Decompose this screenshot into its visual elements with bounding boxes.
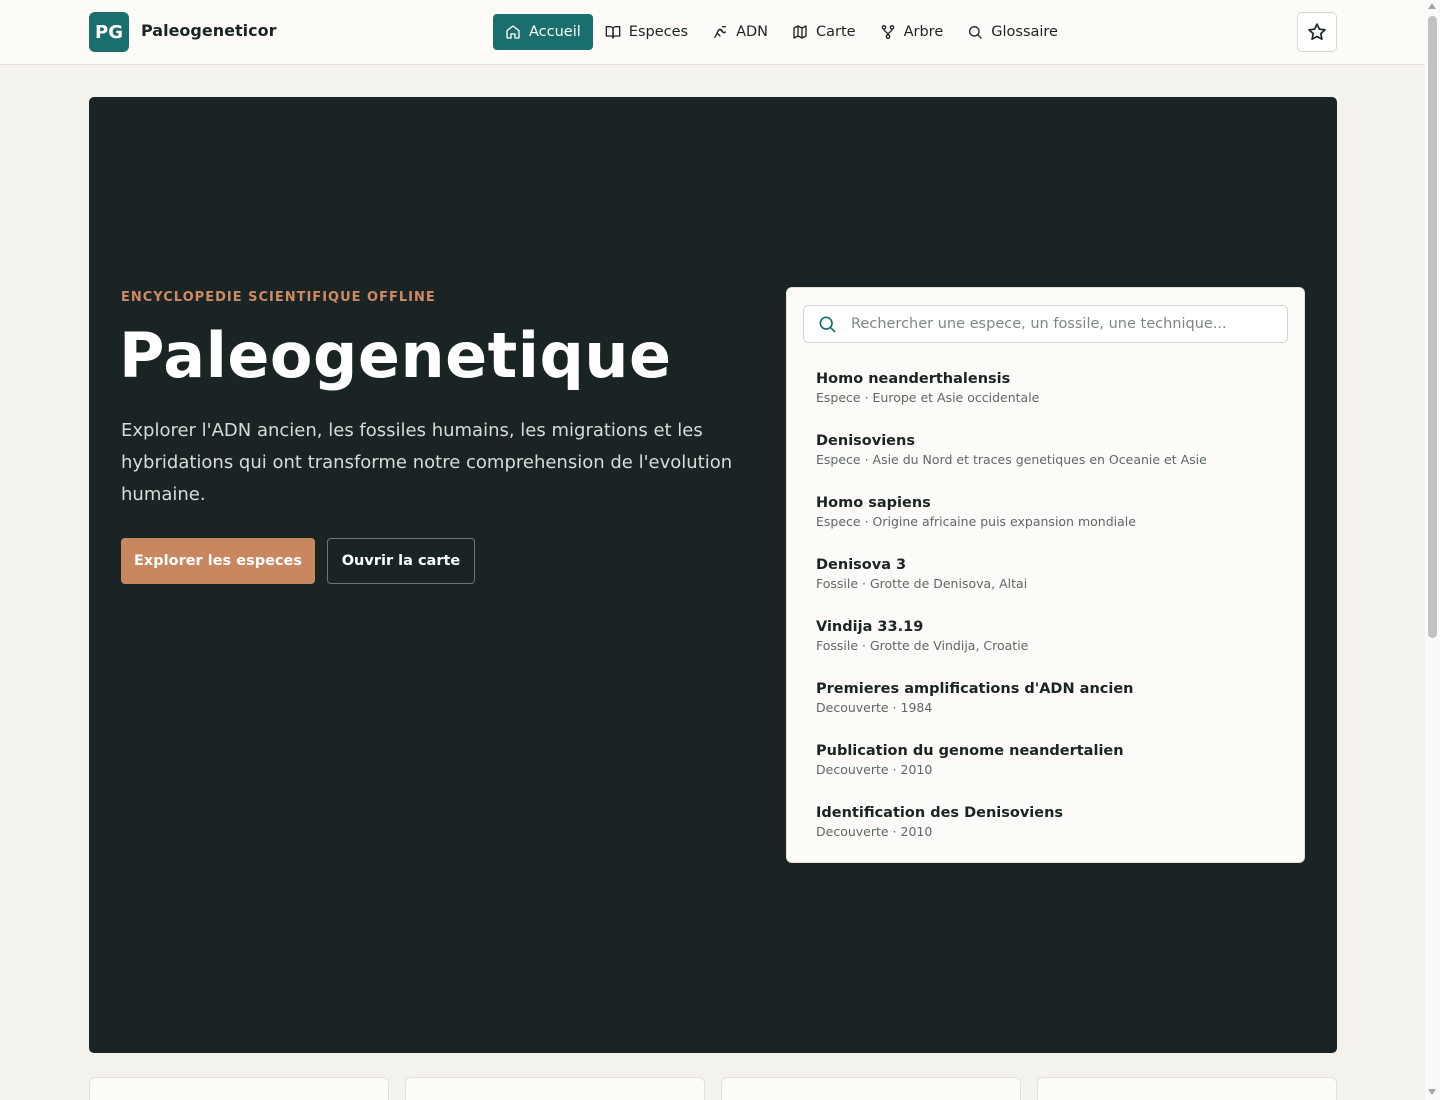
logo-badge[interactable]: PG (89, 12, 129, 52)
scrollbar-thumb[interactable] (1428, 16, 1437, 638)
list-item[interactable]: Denisoviens Espece · Asie du Nord et tra… (816, 432, 1286, 494)
hero-title: Paleogenetique (119, 319, 672, 392)
scroll-down-arrow-icon[interactable] (1428, 1089, 1436, 1095)
book-icon (605, 26, 621, 39)
favorites-button[interactable] (1297, 12, 1337, 52)
hero-section: ENCYCLOPEDIE SCIENTIFIQUE OFFLINE Paleog… (89, 97, 1337, 1053)
list-item[interactable]: Vindija 33.19 Fossile · Grotte de Vindij… (816, 618, 1286, 680)
search-input[interactable] (851, 316, 1271, 332)
nav-item-glossaire[interactable]: Glossaire (955, 14, 1070, 50)
result-title: Denisova 3 (816, 557, 907, 573)
tree-icon (881, 25, 894, 39)
scroll-up-arrow-icon[interactable] (1428, 3, 1436, 9)
list-item[interactable]: Publication du genome neandertalien Deco… (816, 742, 1286, 804)
dna-icon (714, 26, 727, 38)
result-title: Homo sapiens (816, 495, 931, 511)
nav-item-especes[interactable]: Especes (593, 14, 700, 50)
nav-item-arbre[interactable]: Arbre (868, 14, 956, 50)
nav-item-adn[interactable]: ADN (700, 14, 780, 50)
result-title: Denisoviens (816, 433, 915, 449)
nav-label: Accueil (529, 24, 581, 40)
result-meta: Decouverte · 2010 (816, 762, 933, 777)
result-title: Identification des Denisoviens (816, 805, 1064, 821)
nav-item-carte[interactable]: Carte (780, 14, 868, 50)
result-meta: Espece · Europe et Asie occidentale (816, 390, 1040, 405)
list-item[interactable]: Homo sapiens Espece · Origine africaine … (816, 494, 1286, 556)
result-meta: Espece · Origine africaine puis expansio… (816, 514, 1136, 529)
list-item[interactable]: Denisova 3 Fossile · Grotte de Denisova,… (816, 556, 1286, 618)
page-scrollbar[interactable] (1425, 0, 1440, 1100)
result-title: Vindija 33.19 (816, 619, 924, 635)
result-title: Publication du genome neandertalien (816, 743, 1124, 759)
result-title: Homo neanderthalensis (816, 371, 1011, 387)
result-meta: Decouverte · 2010 (816, 824, 933, 839)
nav-label: ADN (736, 24, 769, 40)
hero-description: Explorer l'ADN ancien, les fossiles huma… (121, 420, 733, 505)
nav-label: Arbre (903, 24, 944, 40)
hero-eyebrow: ENCYCLOPEDIE SCIENTIFIQUE OFFLINE (121, 290, 436, 305)
search-icon (819, 316, 836, 333)
search-results: Homo neanderthalensis Espece · Europe et… (816, 370, 1286, 866)
home-icon (506, 25, 520, 39)
top-header: PG Paleogeneticor Accueil Especes ADN Ca… (0, 0, 1425, 65)
brand-name[interactable]: Paleogeneticor (141, 21, 276, 40)
feature-card[interactable] (405, 1077, 705, 1100)
list-item[interactable]: Premieres amplifications d'ADN ancien De… (816, 680, 1286, 742)
nav-label: Glossaire (991, 24, 1058, 40)
result-meta: Fossile · Grotte de Denisova, Altai (816, 576, 1028, 591)
main-nav: Accueil Especes ADN Carte Arbre Glossair… (493, 14, 1070, 50)
map-icon (793, 25, 807, 39)
nav-item-accueil[interactable]: Accueil (493, 14, 593, 50)
feature-card[interactable] (89, 1077, 389, 1100)
list-item[interactable]: Identification des Denisoviens Decouvert… (816, 804, 1286, 866)
result-meta: Fossile · Grotte de Vindija, Croatie (816, 638, 1029, 653)
open-map-button[interactable]: Ouvrir la carte (327, 538, 475, 584)
feature-card[interactable] (721, 1077, 1021, 1100)
search-icon (969, 26, 982, 39)
star-icon (1308, 23, 1326, 41)
search-box[interactable] (803, 305, 1288, 343)
explore-species-button[interactable]: Explorer les especes (121, 538, 315, 584)
search-panel: Homo neanderthalensis Espece · Europe et… (786, 287, 1305, 863)
feature-card[interactable] (1037, 1077, 1337, 1100)
result-meta: Decouverte · 1984 (816, 700, 933, 715)
list-item[interactable]: Homo neanderthalensis Espece · Europe et… (816, 370, 1286, 432)
nav-label: Carte (816, 24, 856, 40)
result-title: Premieres amplifications d'ADN ancien (816, 681, 1134, 697)
nav-label: Especes (628, 24, 689, 40)
result-meta: Espece · Asie du Nord et traces genetiqu… (816, 452, 1207, 467)
